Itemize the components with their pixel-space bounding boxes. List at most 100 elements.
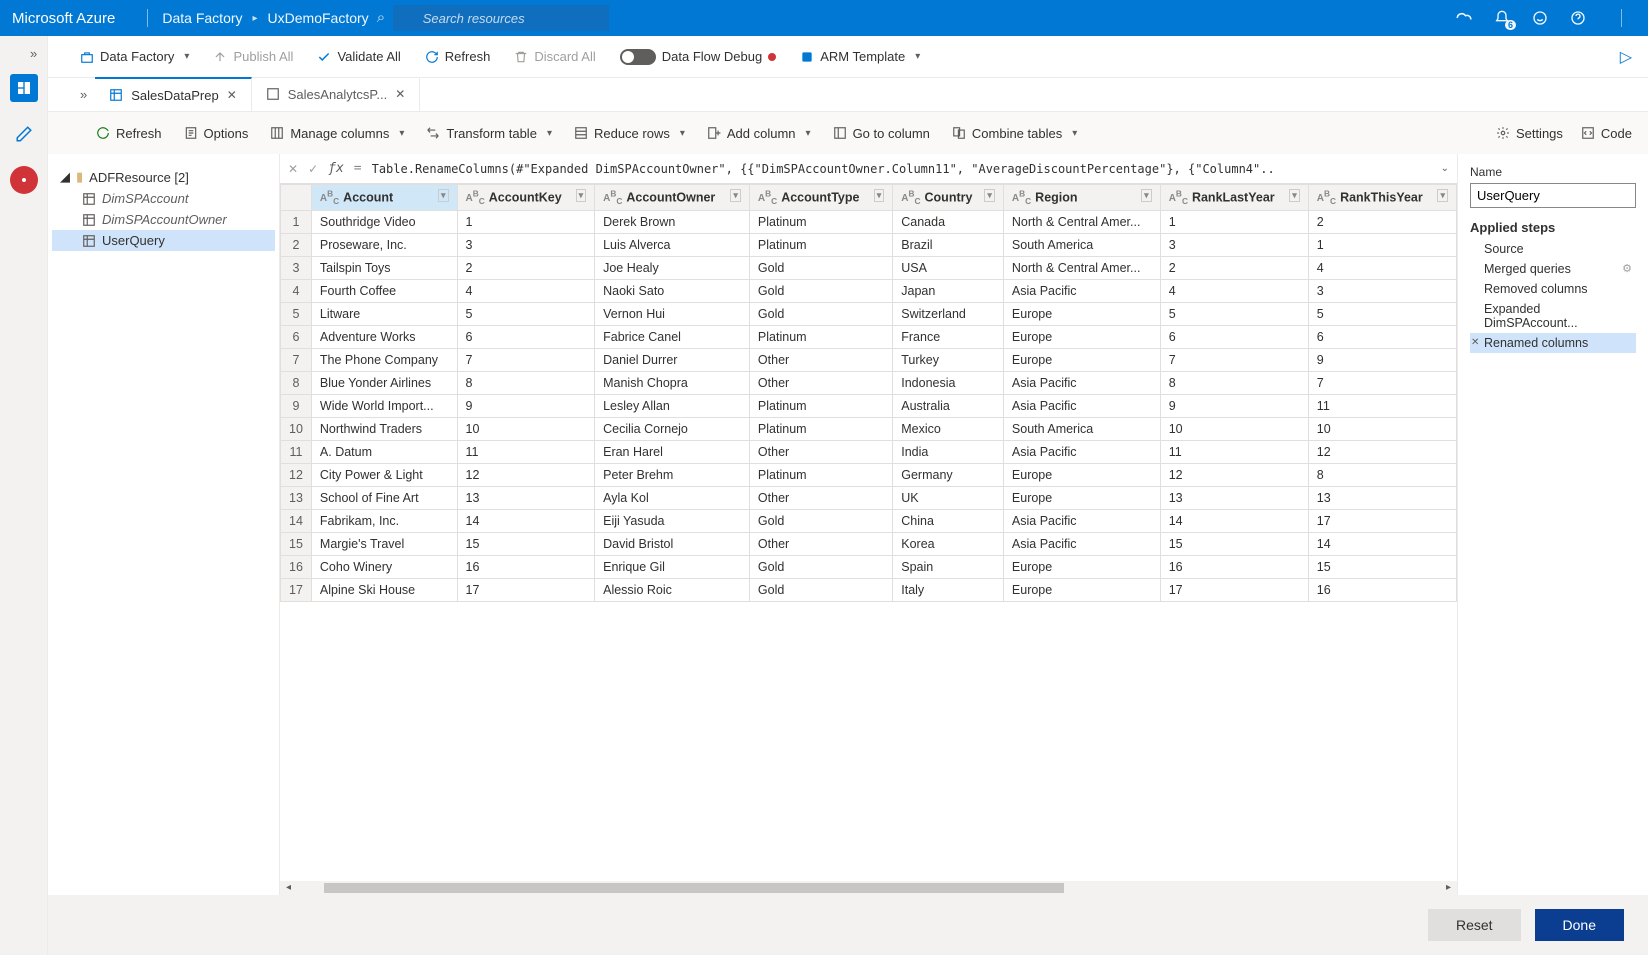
cell[interactable]: Asia Pacific (1003, 395, 1160, 418)
applied-step[interactable]: Merged queries⚙ (1470, 259, 1636, 279)
expand-collapse-icon[interactable]: » (30, 46, 37, 61)
row-number[interactable]: 12 (281, 464, 312, 487)
cell[interactable]: 12 (1160, 464, 1308, 487)
cell[interactable]: The Phone Company (311, 349, 457, 372)
cell[interactable]: Germany (893, 464, 1004, 487)
cell[interactable]: 6 (1160, 326, 1308, 349)
tree-item[interactable]: DimSPAccountOwner (52, 209, 275, 230)
row-number[interactable]: 8 (281, 372, 312, 395)
discard-button[interactable]: Discard All (514, 49, 595, 64)
cell[interactable]: Italy (893, 579, 1004, 602)
cell[interactable]: Gold (749, 303, 892, 326)
cell[interactable]: Indonesia (893, 372, 1004, 395)
cell[interactable]: Vernon Hui (595, 303, 750, 326)
cell[interactable]: 16 (457, 556, 595, 579)
cell[interactable]: Europe (1003, 556, 1160, 579)
column-header[interactable]: ABCRankThisYear▾ (1308, 185, 1456, 211)
scroll-left-icon[interactable]: ◂ (286, 882, 291, 893)
cell[interactable]: 2 (457, 257, 595, 280)
done-button[interactable]: Done (1535, 909, 1624, 941)
cell[interactable]: Gold (749, 556, 892, 579)
tree-folder[interactable]: ◢ ▮ ADFResource [2] (52, 166, 275, 188)
close-icon[interactable]: ✕ (395, 87, 405, 101)
column-header[interactable]: ABCAccountType▾ (749, 185, 892, 211)
cell[interactable]: Gold (749, 579, 892, 602)
cell[interactable]: Litware (311, 303, 457, 326)
cell[interactable]: 2 (1308, 211, 1456, 234)
row-number[interactable]: 10 (281, 418, 312, 441)
cell[interactable]: China (893, 510, 1004, 533)
table-row[interactable]: 13School of Fine Art13Ayla KolOtherUKEur… (281, 487, 1457, 510)
close-icon[interactable]: ✕ (227, 88, 237, 102)
cell[interactable]: 16 (1160, 556, 1308, 579)
tabs-expand-icon[interactable]: » (80, 87, 87, 102)
row-number[interactable]: 16 (281, 556, 312, 579)
cell[interactable]: 1 (1160, 211, 1308, 234)
cell[interactable]: 9 (457, 395, 595, 418)
cell[interactable]: Lesley Allan (595, 395, 750, 418)
cell[interactable]: Spain (893, 556, 1004, 579)
cell[interactable]: 5 (457, 303, 595, 326)
cell[interactable]: 14 (457, 510, 595, 533)
cell[interactable]: North & Central Amer... (1003, 257, 1160, 280)
monitor-icon[interactable] (10, 166, 38, 194)
cell[interactable]: 4 (1160, 280, 1308, 303)
cell[interactable]: 17 (1160, 579, 1308, 602)
cell[interactable]: 9 (1160, 395, 1308, 418)
cell[interactable]: 3 (1308, 280, 1456, 303)
factory-selector[interactable]: Data Factory (80, 49, 189, 64)
cell[interactable]: Platinum (749, 464, 892, 487)
cell[interactable]: 1 (1308, 234, 1456, 257)
tree-item[interactable]: DimSPAccount (52, 188, 275, 209)
tab-salesdataprep[interactable]: SalesDataPrep ✕ (95, 77, 252, 111)
row-header-corner[interactable] (281, 185, 312, 211)
code-button[interactable]: Code (1581, 126, 1632, 141)
cell[interactable]: India (893, 441, 1004, 464)
cell[interactable]: Northwind Traders (311, 418, 457, 441)
cell[interactable]: Gold (749, 280, 892, 303)
cell[interactable]: USA (893, 257, 1004, 280)
settings-button[interactable]: Settings (1496, 126, 1563, 141)
applied-step[interactable]: Removed columns (1470, 279, 1636, 299)
cell[interactable]: Tailspin Toys (311, 257, 457, 280)
cell[interactable]: Peter Brehm (595, 464, 750, 487)
column-header[interactable]: ABCCountry▾ (893, 185, 1004, 211)
table-row[interactable]: 15Margie's Travel15David BristolOtherKor… (281, 533, 1457, 556)
cell[interactable]: Japan (893, 280, 1004, 303)
arm-template-button[interactable]: ARM Template (800, 49, 920, 64)
cell[interactable]: 10 (457, 418, 595, 441)
cell[interactable]: Brazil (893, 234, 1004, 257)
cell[interactable]: Europe (1003, 487, 1160, 510)
cell[interactable]: Other (749, 487, 892, 510)
publish-button[interactable]: Publish All (213, 49, 293, 64)
gear-icon[interactable]: ⚙ (1622, 262, 1632, 275)
options-button[interactable]: Options (184, 126, 249, 141)
cell[interactable]: Coho Winery (311, 556, 457, 579)
table-row[interactable]: 2Proseware, Inc.3Luis AlvercaPlatinumBra… (281, 234, 1457, 257)
cell[interactable]: 16 (1308, 579, 1456, 602)
cell[interactable]: Manish Chopra (595, 372, 750, 395)
cell[interactable]: Fabrikam, Inc. (311, 510, 457, 533)
cell[interactable]: 15 (1160, 533, 1308, 556)
cell[interactable]: South America (1003, 418, 1160, 441)
cell[interactable]: Wide World Import... (311, 395, 457, 418)
cell[interactable]: 6 (1308, 326, 1456, 349)
validate-button[interactable]: Validate All (317, 49, 400, 64)
row-number[interactable]: 13 (281, 487, 312, 510)
cell[interactable]: Asia Pacific (1003, 533, 1160, 556)
column-filter-icon[interactable]: ▾ (576, 189, 587, 202)
table-row[interactable]: 8Blue Yonder Airlines8Manish ChopraOther… (281, 372, 1457, 395)
cell[interactable]: Asia Pacific (1003, 441, 1160, 464)
cell[interactable]: Alessio Roic (595, 579, 750, 602)
cell[interactable]: David Bristol (595, 533, 750, 556)
breadcrumb-root[interactable]: Data Factory (162, 10, 242, 26)
cell[interactable]: 9 (1308, 349, 1456, 372)
search-input[interactable] (393, 5, 609, 31)
fx-icon[interactable]: ƒx (328, 161, 344, 176)
cell[interactable]: Mexico (893, 418, 1004, 441)
table-row[interactable]: 7The Phone Company7Daniel DurrerOtherTur… (281, 349, 1457, 372)
column-filter-icon[interactable]: ▾ (984, 189, 995, 202)
cell[interactable]: Switzerland (893, 303, 1004, 326)
cell[interactable]: Turkey (893, 349, 1004, 372)
cell[interactable]: 11 (1308, 395, 1456, 418)
